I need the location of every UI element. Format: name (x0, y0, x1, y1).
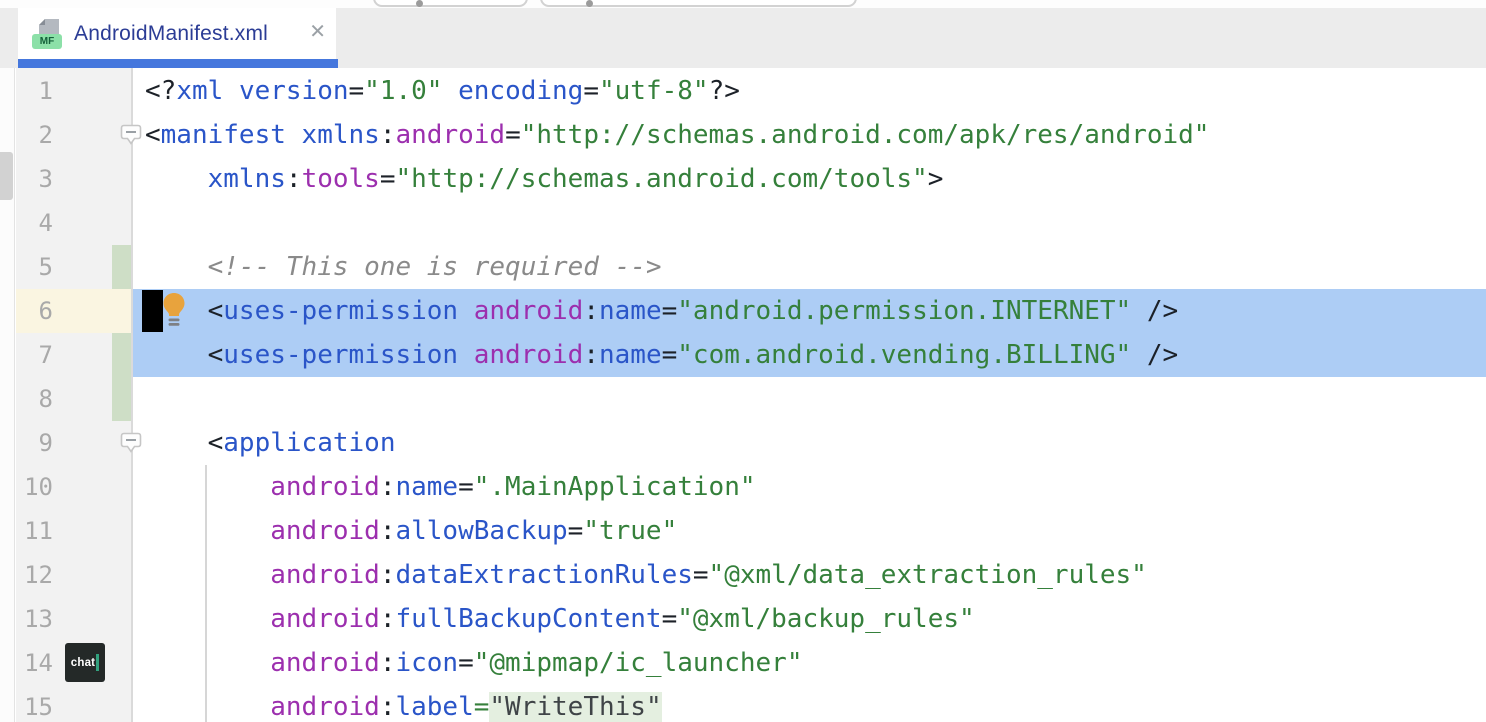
line-number-3[interactable]: 3 (16, 157, 53, 201)
file-type-badge: MF (32, 34, 62, 49)
tab-title: AndroidManifest.xml (74, 8, 268, 59)
editor-gutter[interactable]: 123456789101112131415 (16, 68, 131, 722)
toolbar-combo-1[interactable] (373, 0, 528, 7)
fold-marker-icon[interactable] (120, 432, 142, 456)
code-line-8[interactable] (133, 377, 1486, 421)
line-number-6[interactable]: 6 (16, 289, 53, 333)
vcs-change-bar[interactable] (112, 333, 131, 421)
line-number-14[interactable]: 14 (16, 641, 53, 685)
line-number-4[interactable]: 4 (16, 201, 53, 245)
line-number-2[interactable]: 2 (16, 113, 53, 157)
code-line-4[interactable] (133, 201, 1486, 245)
manifest-file-icon: MF (32, 16, 66, 50)
fold-marker-icon[interactable] (120, 124, 142, 148)
tab-close-icon[interactable]: ✕ (309, 8, 326, 59)
editor-tab-bar: MF AndroidManifest.xml ✕ (0, 8, 1486, 68)
code-line-14[interactable]: android:icon="@mipmap/ic_launcher" (133, 641, 1486, 685)
code-line-7[interactable]: <uses-permission android:name="com.andro… (133, 333, 1486, 377)
line-number-5[interactable]: 5 (16, 245, 53, 289)
left-margin (0, 68, 15, 722)
code-line-3[interactable]: xmlns:tools="http://schemas.android.com/… (133, 157, 1486, 201)
top-toolbar-strip (0, 0, 1486, 8)
intention-lightbulb-icon[interactable] (161, 291, 187, 329)
vcs-change-bar[interactable] (112, 245, 131, 289)
code-line-13[interactable]: android:fullBackupContent="@xml/backup_r… (133, 597, 1486, 641)
code-line-6[interactable]: <uses-permission android:name="android.p… (133, 289, 1486, 333)
left-scroll-thumb[interactable] (0, 152, 13, 200)
combo-dot-icon (586, 0, 593, 7)
line-number-8[interactable]: 8 (16, 377, 53, 421)
code-line-1[interactable]: <?xml version="1.0" encoding="utf-8"?> (133, 69, 1486, 113)
chat-caret (96, 654, 99, 671)
line-number-10[interactable]: 10 (16, 465, 53, 509)
line-number-7[interactable]: 7 (16, 333, 53, 377)
code-editor[interactable]: <?xml version="1.0" encoding="utf-8"?><m… (133, 68, 1486, 722)
combo-dot-icon (416, 0, 423, 7)
chat-badge-label: chat (71, 657, 95, 669)
code-line-15[interactable]: android:label="WriteThis" (133, 685, 1486, 722)
code-line-12[interactable]: android:dataExtractionRules="@xml/data_e… (133, 553, 1486, 597)
chat-badge[interactable]: chat (65, 643, 105, 682)
line-number-13[interactable]: 13 (16, 597, 53, 641)
ide-window: MF AndroidManifest.xml ✕ 123456789101112… (0, 0, 1486, 722)
active-tab-underline (18, 59, 338, 68)
line-number-1[interactable]: 1 (16, 69, 53, 113)
line-number-11[interactable]: 11 (16, 509, 53, 553)
code-line-10[interactable]: android:name=".MainApplication" (133, 465, 1486, 509)
code-line-5[interactable]: <!-- This one is required --> (133, 245, 1486, 289)
line-number-15[interactable]: 15 (16, 685, 53, 722)
text-caret (142, 290, 163, 332)
code-line-9[interactable]: <application (133, 421, 1486, 465)
code-line-11[interactable]: android:allowBackup="true" (133, 509, 1486, 553)
toolbar-combo-2[interactable] (540, 0, 857, 7)
line-number-12[interactable]: 12 (16, 553, 53, 597)
line-number-9[interactable]: 9 (16, 421, 53, 465)
tab-androidmanifest[interactable]: MF AndroidManifest.xml ✕ (18, 8, 336, 59)
code-line-2[interactable]: <manifest xmlns:android="http://schemas.… (133, 113, 1486, 157)
editor-main: 123456789101112131415 <?xml version="1.0… (0, 68, 1486, 722)
